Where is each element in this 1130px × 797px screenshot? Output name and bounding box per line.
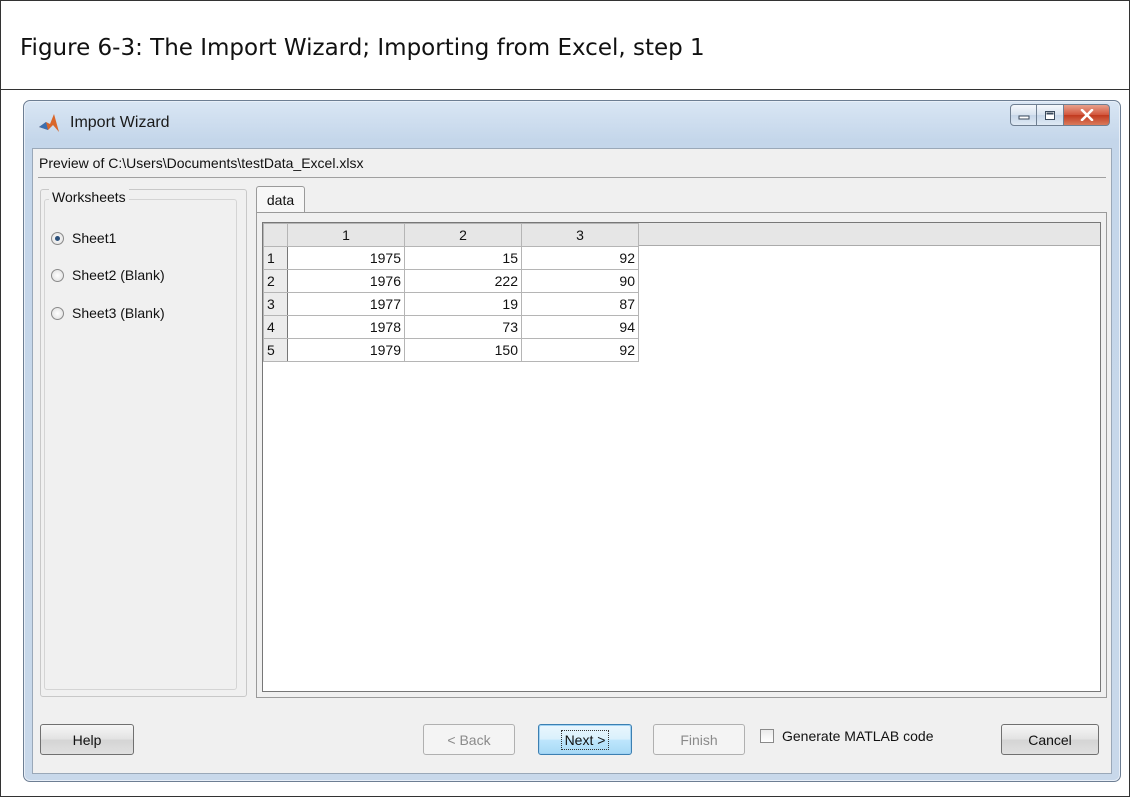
row-header[interactable]: 4 [263,315,288,339]
tab-data[interactable]: data [256,186,305,213]
table-cell[interactable]: 94 [521,315,639,339]
minimize-icon [1018,115,1029,120]
table-row: 3 1977 19 87 [263,292,639,316]
close-button[interactable] [1064,104,1110,126]
button-bar: Help < Back Next > Finish Generate MATLA… [33,709,1111,773]
preview-path-label: Preview of C:\Users\Documents\testData_E… [39,155,364,171]
table-header-row: 1 2 3 [263,223,639,247]
corner-cell [263,223,288,247]
table-cell[interactable]: 1978 [287,315,405,339]
data-grid[interactable]: 1 2 3 1 1975 15 92 2 1976 222 90 3 1977 … [262,222,1101,692]
table-cell[interactable]: 150 [404,338,522,362]
table-cell[interactable]: 92 [521,246,639,270]
worksheet-option-sheet1[interactable]: Sheet1 [51,230,116,246]
worksheet-option-label: Sheet3 (Blank) [72,305,165,321]
title-bar: Import Wizard [24,101,1120,147]
worksheet-option-sheet2[interactable]: Sheet2 (Blank) [51,267,165,283]
table-cell[interactable]: 92 [521,338,639,362]
back-button[interactable]: < Back [423,724,515,755]
table-row: 2 1976 222 90 [263,269,639,293]
generate-code-label: Generate MATLAB code [782,728,934,744]
generate-code-checkbox[interactable]: Generate MATLAB code [760,728,933,744]
worksheet-option-sheet3[interactable]: Sheet3 (Blank) [51,305,165,321]
column-header[interactable]: 1 [287,223,405,247]
table-cell[interactable]: 222 [404,269,522,293]
figure-caption: Figure 6-3: The Import Wizard; Importing… [1,1,1130,90]
help-button[interactable]: Help [40,724,134,755]
table-row: 4 1978 73 94 [263,315,639,339]
window-title: Import Wizard [70,114,170,131]
radio-unselected-icon[interactable] [51,268,64,282]
data-tab-panel: 1 2 3 1 1975 15 92 2 1976 222 90 3 1977 … [256,212,1107,698]
row-header[interactable]: 3 [263,292,288,316]
maximize-icon [1045,110,1055,120]
close-icon [1080,109,1093,121]
table-cell[interactable]: 1975 [287,246,405,270]
radio-unselected-icon[interactable] [51,306,64,320]
row-header[interactable]: 5 [263,338,288,362]
next-button-label: Next > [560,729,610,750]
minimize-button[interactable] [1010,104,1037,126]
next-button[interactable]: Next > [538,724,632,755]
preview-table: 1 2 3 1 1975 15 92 2 1976 222 90 3 1977 … [263,223,639,362]
import-wizard-window: Import Wizard Preview of C:\Users\Docume… [23,100,1121,782]
checkbox-unchecked-icon[interactable] [760,729,774,743]
table-row: 5 1979 150 92 [263,338,639,362]
maximize-button[interactable] [1037,104,1064,126]
divider [38,177,1106,178]
row-header[interactable]: 1 [263,246,288,270]
finish-button[interactable]: Finish [653,724,745,755]
figure-frame: Figure 6-3: The Import Wizard; Importing… [0,0,1130,797]
row-header[interactable]: 2 [263,269,288,293]
wizard-content: Preview of C:\Users\Documents\testData_E… [32,148,1112,774]
worksheet-option-label: Sheet1 [72,230,117,246]
cancel-button[interactable]: Cancel [1001,724,1099,755]
table-cell[interactable]: 87 [521,292,639,316]
table-cell[interactable]: 1976 [287,269,405,293]
table-cell[interactable]: 1979 [287,338,405,362]
table-cell[interactable]: 73 [404,315,522,339]
table-cell[interactable]: 15 [404,246,522,270]
matlab-logo-icon [39,114,59,132]
worksheets-legend: Worksheets [49,189,129,205]
column-header[interactable]: 3 [521,223,639,247]
radio-selected-icon[interactable] [51,231,64,245]
table-cell[interactable]: 19 [404,292,522,316]
table-row: 1 1975 15 92 [263,246,639,270]
table-cell[interactable]: 90 [521,269,639,293]
column-header[interactable]: 2 [404,223,522,247]
window-controls [1010,104,1110,130]
table-cell[interactable]: 1977 [287,292,405,316]
worksheet-option-label: Sheet2 (Blank) [72,267,165,283]
